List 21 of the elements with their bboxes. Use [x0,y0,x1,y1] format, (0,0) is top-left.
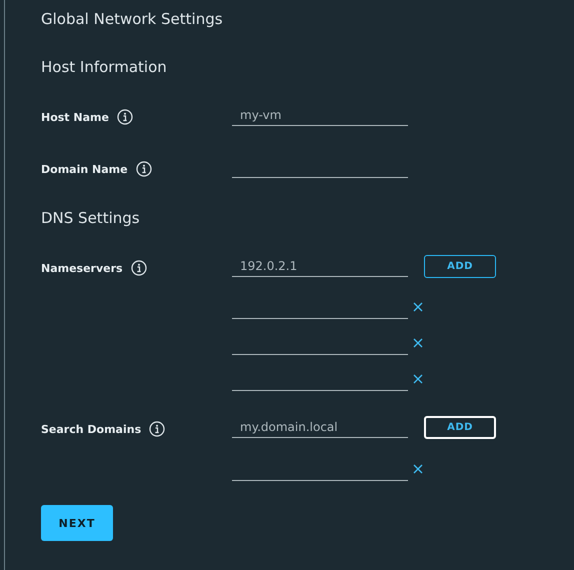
close-icon[interactable] [412,463,424,475]
close-icon[interactable] [412,337,424,349]
close-icon[interactable] [412,301,424,313]
text-field[interactable]: my-vm [232,108,408,126]
add-button[interactable]: ADD [424,255,496,278]
text-field[interactable]: my.domain.local [232,420,408,438]
page-title: Global Network Settings [41,9,224,30]
section-heading: DNS Settings [41,208,141,229]
info-icon[interactable] [130,260,147,276]
info-icon[interactable] [136,161,152,177]
field-label: Search Domains [41,422,142,436]
field-label: Host Name [41,110,109,124]
info-icon[interactable] [149,421,166,437]
close-icon[interactable] [412,373,424,385]
text-field[interactable]: 192.0.2.1 [232,259,408,277]
section-heading: Host Information [41,57,168,78]
field-label: Nameservers [41,262,123,274]
field-label: Domain Name [41,162,128,176]
next-button[interactable]: NEXT [41,505,113,541]
add-button[interactable]: ADD [424,416,496,439]
info-icon[interactable] [116,109,133,125]
